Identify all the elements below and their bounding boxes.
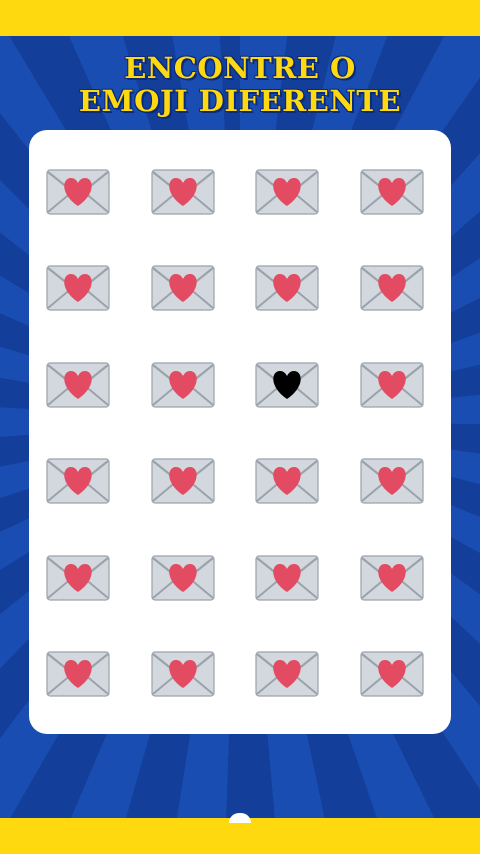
love-letter-icon bbox=[360, 554, 424, 602]
emoji-grid bbox=[45, 166, 425, 700]
love-letter-icon bbox=[360, 361, 424, 409]
love-letter-icon bbox=[255, 457, 319, 505]
emoji-cell-r1-c1[interactable] bbox=[45, 166, 111, 218]
bottom-banner bbox=[0, 818, 480, 854]
emoji-cell-r3-c1[interactable] bbox=[45, 359, 111, 411]
love-letter-icon bbox=[360, 650, 424, 698]
puzzle-title: ENCONTRE O EMOJI DIFERENTE bbox=[0, 52, 480, 118]
emoji-cell-r3-c2[interactable] bbox=[150, 359, 216, 411]
love-letter-icon bbox=[255, 554, 319, 602]
love-letter-icon bbox=[151, 554, 215, 602]
love-letter-icon bbox=[46, 361, 110, 409]
emoji-cell-r4-c3[interactable] bbox=[254, 455, 320, 507]
emoji-cell-r6-c4[interactable] bbox=[359, 648, 425, 700]
emoji-cell-r6-c3[interactable] bbox=[254, 648, 320, 700]
emoji-cell-r2-c1[interactable] bbox=[45, 262, 111, 314]
love-letter-icon bbox=[46, 457, 110, 505]
emoji-cell-r4-c2[interactable] bbox=[150, 455, 216, 507]
emoji-cell-r4-c1[interactable] bbox=[45, 455, 111, 507]
love-letter-icon bbox=[255, 264, 319, 312]
emoji-cell-r5-c3[interactable] bbox=[254, 552, 320, 604]
title-line-1: ENCONTRE O bbox=[124, 51, 356, 85]
emoji-cell-r6-c2[interactable] bbox=[150, 648, 216, 700]
love-letter-icon bbox=[255, 168, 319, 216]
emoji-cell-r2-c2[interactable] bbox=[150, 262, 216, 314]
emoji-cell-r3-c4[interactable] bbox=[359, 359, 425, 411]
emoji-cell-r1-c4[interactable] bbox=[359, 166, 425, 218]
love-letter-icon bbox=[46, 264, 110, 312]
top-banner bbox=[0, 0, 480, 36]
love-letter-icon bbox=[46, 554, 110, 602]
love-letter-icon bbox=[46, 650, 110, 698]
puzzle-board bbox=[29, 130, 451, 734]
love-letter-icon bbox=[360, 264, 424, 312]
emoji-cell-r5-c4[interactable] bbox=[359, 552, 425, 604]
emoji-cell-r5-c2[interactable] bbox=[150, 552, 216, 604]
emoji-cell-r1-c2[interactable] bbox=[150, 166, 216, 218]
love-letter-icon bbox=[151, 168, 215, 216]
love-letter-icon bbox=[46, 168, 110, 216]
love-letter-black-heart-icon bbox=[255, 361, 319, 409]
love-letter-icon bbox=[360, 168, 424, 216]
love-letter-icon bbox=[255, 650, 319, 698]
emoji-cell-r2-c4[interactable] bbox=[359, 262, 425, 314]
love-letter-icon bbox=[151, 264, 215, 312]
emoji-cell-r5-c1[interactable] bbox=[45, 552, 111, 604]
love-letter-icon bbox=[151, 650, 215, 698]
emoji-cell-r2-c3[interactable] bbox=[254, 262, 320, 314]
emoji-cell-r3-c3[interactable] bbox=[254, 359, 320, 411]
emoji-cell-r4-c4[interactable] bbox=[359, 455, 425, 507]
emoji-cell-r6-c1[interactable] bbox=[45, 648, 111, 700]
love-letter-icon bbox=[151, 457, 215, 505]
love-letter-icon bbox=[360, 457, 424, 505]
title-line-2: EMOJI DIFERENTE bbox=[78, 84, 402, 118]
emoji-cell-r1-c3[interactable] bbox=[254, 166, 320, 218]
love-letter-icon bbox=[151, 361, 215, 409]
